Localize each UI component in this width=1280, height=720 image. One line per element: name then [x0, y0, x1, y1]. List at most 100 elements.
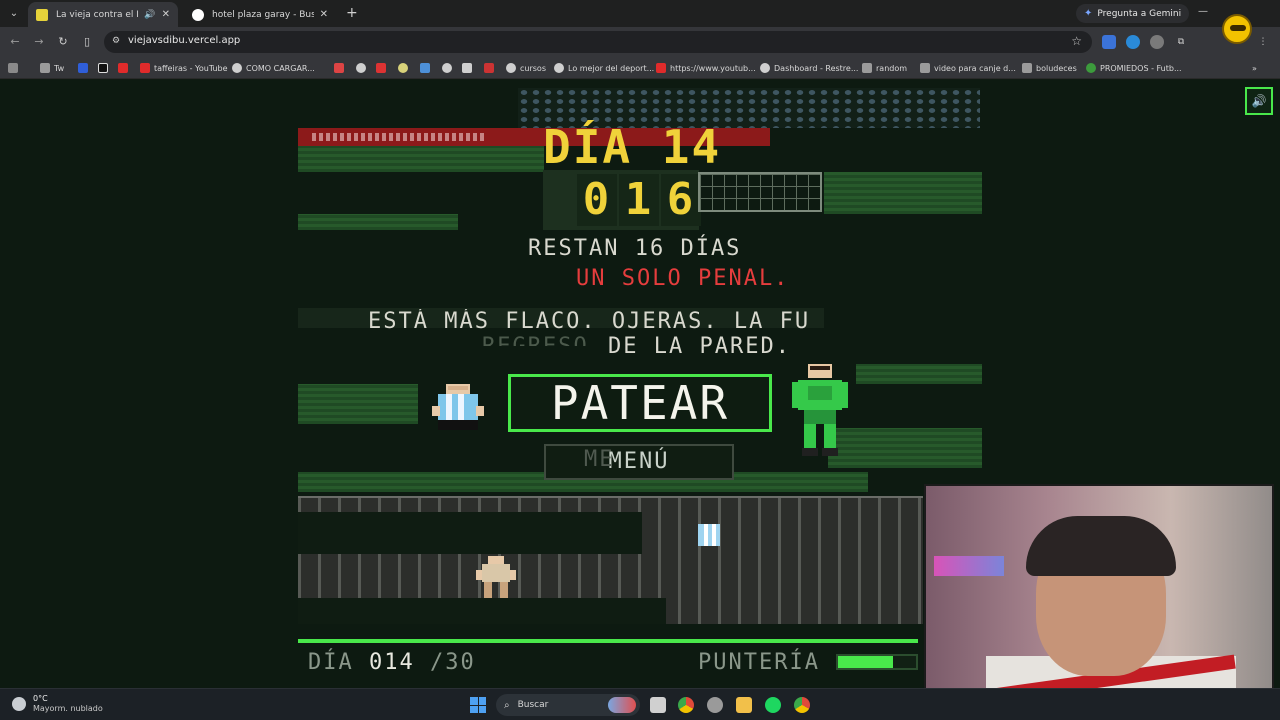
folder-icon — [40, 63, 50, 73]
bookmark-icon-only[interactable] — [356, 61, 370, 75]
address-bar: ← → ↻ ▯ ⚙ viejavsdibu.vercel.app ☆ ⧉ ⋮ — [0, 27, 1280, 57]
bookmark-item[interactable]: PROMIEDOS - Futb... — [1086, 61, 1182, 75]
side-panel-icon[interactable]: ▯ — [80, 35, 94, 49]
omnibox[interactable]: ⚙ viejavsdibu.vercel.app ☆ — [104, 31, 1092, 53]
shadow-block — [298, 512, 642, 554]
chrome-icon[interactable] — [678, 697, 694, 713]
globe-icon — [232, 63, 242, 73]
close-tab-icon[interactable]: ✕ — [320, 9, 328, 20]
bookmark-icon-only[interactable] — [78, 61, 92, 75]
site-info-icon[interactable]: ⚙ — [112, 36, 124, 48]
bookmark-icon-only[interactable] — [442, 61, 456, 75]
chrome-menu-icon[interactable]: ⋮ — [1256, 35, 1270, 49]
extensions-puzzle-icon[interactable]: ⧉ — [1174, 35, 1188, 49]
bookmark-star-icon[interactable]: ☆ — [1071, 34, 1082, 48]
pitch-grass — [856, 364, 982, 384]
menu-label: MENÚ — [608, 449, 670, 474]
bookmark-folder[interactable]: video para canje d... — [920, 61, 1016, 75]
bookmark-item[interactable]: https://www.youtub... — [656, 61, 756, 75]
weather-icon — [12, 697, 26, 711]
vieja-mini-sprite — [476, 556, 516, 598]
back-icon[interactable]: ← — [8, 35, 22, 49]
menu-button[interactable]: ME MENÚ — [544, 444, 734, 480]
weather-description: Mayorm. nublado — [33, 704, 103, 713]
gemini-label: Pregunta a Gemini — [1097, 8, 1182, 19]
pitch-grass — [298, 214, 458, 230]
chrome-profile-icon[interactable] — [794, 697, 810, 713]
speaker-icon[interactable]: 🔊 — [144, 10, 155, 20]
bookmark-icon-only[interactable] — [462, 61, 476, 75]
promiedos-icon — [1086, 63, 1096, 73]
translate-extension-icon[interactable] — [1102, 35, 1116, 49]
windows-start-icon[interactable] — [470, 697, 486, 713]
page-viewport: 🔊 DÍA 14 0 1 6 RESTAN 16 DÍAS UN SOLO PE… — [0, 80, 1280, 688]
weather-widget[interactable]: 0°C Mayorm. nublado — [12, 694, 103, 714]
bookmark-item[interactable]: cursos — [506, 61, 546, 75]
folder-icon — [920, 63, 930, 73]
forward-icon[interactable]: → — [32, 35, 46, 49]
bookmark-folder[interactable]: random — [862, 61, 907, 75]
tab-search-icon[interactable]: ⌄ — [6, 6, 22, 22]
bookmark-icon-only[interactable] — [484, 61, 498, 75]
bookmarks-bar: Tw taffeiras - YouTube COMO CARGAR... cu… — [0, 57, 1280, 79]
shadow-block — [298, 598, 666, 624]
aim-meter — [836, 654, 918, 670]
bookmark-item[interactable]: Dashboard - Restre... — [760, 61, 858, 75]
apps-icon[interactable] — [8, 61, 22, 75]
bookmark-icon-only[interactable] — [118, 61, 132, 75]
folder-icon — [862, 63, 872, 73]
tab-strip: ⌄ La vieja contra el Dibu 🔊 ✕ hotel plaz… — [0, 0, 1280, 27]
file-explorer-icon[interactable] — [736, 697, 752, 713]
bookmark-item[interactable]: Tw — [40, 61, 64, 75]
tab-vieja-dibu[interactable]: La vieja contra el Dibu 🔊 ✕ — [28, 2, 178, 27]
tab-title: hotel plaza garay - Buscar con — [212, 9, 314, 20]
close-tab-icon[interactable]: ✕ — [162, 9, 170, 20]
overlay-emoji-icon — [1222, 14, 1252, 44]
search-highlight-icon[interactable] — [608, 697, 636, 713]
tab-hotel-search[interactable]: hotel plaza garay - Buscar con ✕ — [184, 2, 336, 27]
penalty-text: UN SOLO PENAL. — [576, 266, 790, 291]
countdown-digit: 6 — [661, 174, 701, 226]
bookmark-icon-only[interactable] — [334, 61, 348, 75]
temperature: 0°C — [33, 694, 48, 703]
hud-divider — [298, 639, 918, 643]
extension-icon[interactable] — [1150, 35, 1164, 49]
globe-icon — [506, 63, 516, 73]
dibu-sprite — [792, 364, 848, 456]
folder-icon — [1022, 63, 1032, 73]
url-text: viejavsdibu.vercel.app — [128, 35, 241, 46]
bookmark-icon-only[interactable] — [398, 61, 412, 75]
more-bookmarks-icon[interactable]: » — [1252, 61, 1257, 75]
task-view-icon[interactable] — [650, 697, 666, 713]
new-tab-button[interactable]: + — [346, 6, 358, 20]
gemini-button[interactable]: ✦ Pregunta a Gemini — [1076, 4, 1190, 23]
search-icon: ⌕ — [504, 699, 510, 711]
kick-button[interactable]: PATEAR — [508, 374, 772, 432]
countdown-display: 0 1 6 — [543, 170, 701, 230]
webcam-overlay — [924, 484, 1274, 688]
countdown-digit: 0 — [577, 174, 617, 226]
game-canvas: DÍA 14 0 1 6 RESTAN 16 DÍAS UN SOLO PENA… — [298, 80, 982, 688]
globe-icon — [554, 63, 564, 73]
tab-favicon — [36, 8, 48, 21]
bookmark-item[interactable]: COMO CARGAR... — [232, 61, 315, 75]
day-title: DÍA 14 — [543, 120, 722, 174]
bookmark-item[interactable]: Lo mejor del deport... — [554, 61, 654, 75]
bookmark-item[interactable]: taffeiras - YouTube — [140, 61, 228, 75]
google-icon — [192, 8, 204, 21]
sound-toggle-icon[interactable]: 🔊 — [1245, 87, 1273, 115]
pitch-grass — [298, 146, 544, 172]
settings-icon[interactable] — [707, 697, 723, 713]
spotify-icon[interactable] — [765, 697, 781, 713]
bookmark-icon-only[interactable] — [420, 61, 434, 75]
bookmark-icon-only[interactable] — [98, 61, 112, 75]
bookmark-icon-only[interactable] — [376, 61, 390, 75]
minimize-icon[interactable]: — — [1198, 6, 1208, 17]
reload-icon[interactable]: ↻ — [56, 35, 70, 49]
goal-net — [698, 172, 822, 212]
bookmark-folder[interactable]: boludeces — [1022, 61, 1077, 75]
menu-ghost-text: ME — [584, 447, 615, 472]
extension-icon[interactable] — [1126, 35, 1140, 49]
story-line-2: DE LA PARED. — [608, 334, 791, 359]
youtube-icon — [656, 63, 666, 73]
